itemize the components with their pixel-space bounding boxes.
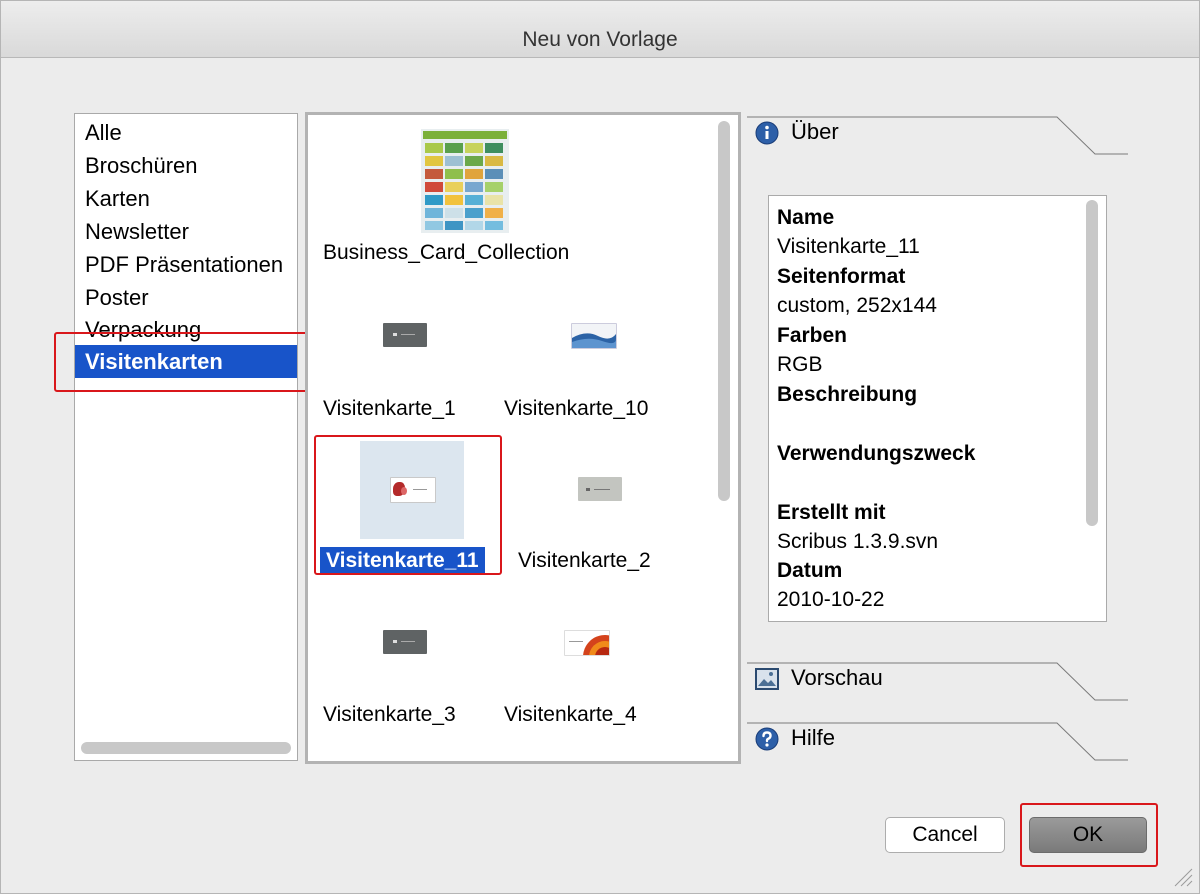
info-format-value: custom, 252x144 <box>777 294 937 317</box>
template-label-visitenkarte-10[interactable]: Visitenkarte_10 <box>504 395 648 423</box>
template-label-visitenkarte-4[interactable]: Visitenkarte_4 <box>504 701 637 729</box>
category-item-broschueren[interactable]: Broschüren <box>75 149 297 182</box>
window-title: Neu von Vorlage <box>522 28 678 51</box>
tab-help[interactable]: Hilfe <box>747 721 1128 763</box>
tab-preview[interactable]: Vorschau <box>747 661 1128 703</box>
template-thumbnail-visitenkarte-10[interactable] <box>571 323 617 349</box>
info-created-value: Scribus 1.3.9.svn <box>777 530 939 553</box>
template-thumbnail-visitenkarte-2[interactable] <box>578 477 622 501</box>
template-thumbnail-visitenkarte-4[interactable] <box>564 630 610 656</box>
highlight-box-ok <box>1020 803 1158 867</box>
category-list[interactable]: Alle Broschüren Karten Newsletter PDF Pr… <box>74 113 298 761</box>
info-usage-label: Verwendungszweck <box>777 442 976 465</box>
template-label-business-card-collection[interactable]: Business_Card_Collection <box>323 239 569 267</box>
info-created-label: Erstellt mit <box>777 501 886 524</box>
info-name-label: Name <box>777 206 835 229</box>
title-bar[interactable]: Neu von Vorlage <box>1 1 1199 58</box>
template-thumbnail-visitenkarte-1[interactable] <box>383 323 427 347</box>
info-colors-label: Farben <box>777 324 848 347</box>
tab-about[interactable]: Über <box>747 115 1128 157</box>
cancel-button[interactable]: Cancel <box>885 817 1005 853</box>
info-scrollbar[interactable] <box>1086 200 1098 526</box>
tab-about-label: Über <box>791 119 839 144</box>
category-item-pdf-praesentationen[interactable]: PDF Präsentationen <box>75 248 297 281</box>
category-item-poster[interactable]: Poster <box>75 281 297 314</box>
template-label-visitenkarte-1[interactable]: Visitenkarte_1 <box>323 395 456 423</box>
highlight-box-template <box>314 435 502 575</box>
template-info-panel: Name Visitenkarte_11 Seitenformat custom… <box>768 195 1107 622</box>
tab-help-label: Hilfe <box>791 725 836 750</box>
tab-preview-label: Vorschau <box>791 665 883 690</box>
category-item-alle[interactable]: Alle <box>75 116 297 149</box>
info-date-label: Datum <box>777 559 843 582</box>
info-colors-value: RGB <box>777 353 823 376</box>
help-icon <box>755 727 779 751</box>
template-thumbnail-business-card-collection[interactable] <box>420 129 510 234</box>
info-icon <box>755 121 779 145</box>
resize-grip-icon[interactable] <box>1171 865 1193 887</box>
template-label-visitenkarte-2[interactable]: Visitenkarte_2 <box>518 547 651 575</box>
category-item-newsletter[interactable]: Newsletter <box>75 215 297 248</box>
template-label-visitenkarte-3[interactable]: Visitenkarte_3 <box>323 701 456 729</box>
info-name-value: Visitenkarte_11 <box>777 235 920 258</box>
info-format-label: Seitenformat <box>777 265 906 288</box>
category-horizontal-scrollbar[interactable] <box>81 742 291 754</box>
info-date-value: 2010-10-22 <box>777 588 885 611</box>
category-item-karten[interactable]: Karten <box>75 182 297 215</box>
image-icon <box>755 667 779 691</box>
template-thumbnail-visitenkarte-3[interactable] <box>383 630 427 654</box>
template-scrollbar-thumb[interactable] <box>718 121 730 501</box>
highlight-box-category <box>54 332 308 392</box>
info-description-label: Beschreibung <box>777 383 918 406</box>
dialog-window: Neu von Vorlage Alle Broschüren Karten N… <box>0 0 1200 894</box>
template-vertical-scrollbar[interactable] <box>718 121 730 751</box>
